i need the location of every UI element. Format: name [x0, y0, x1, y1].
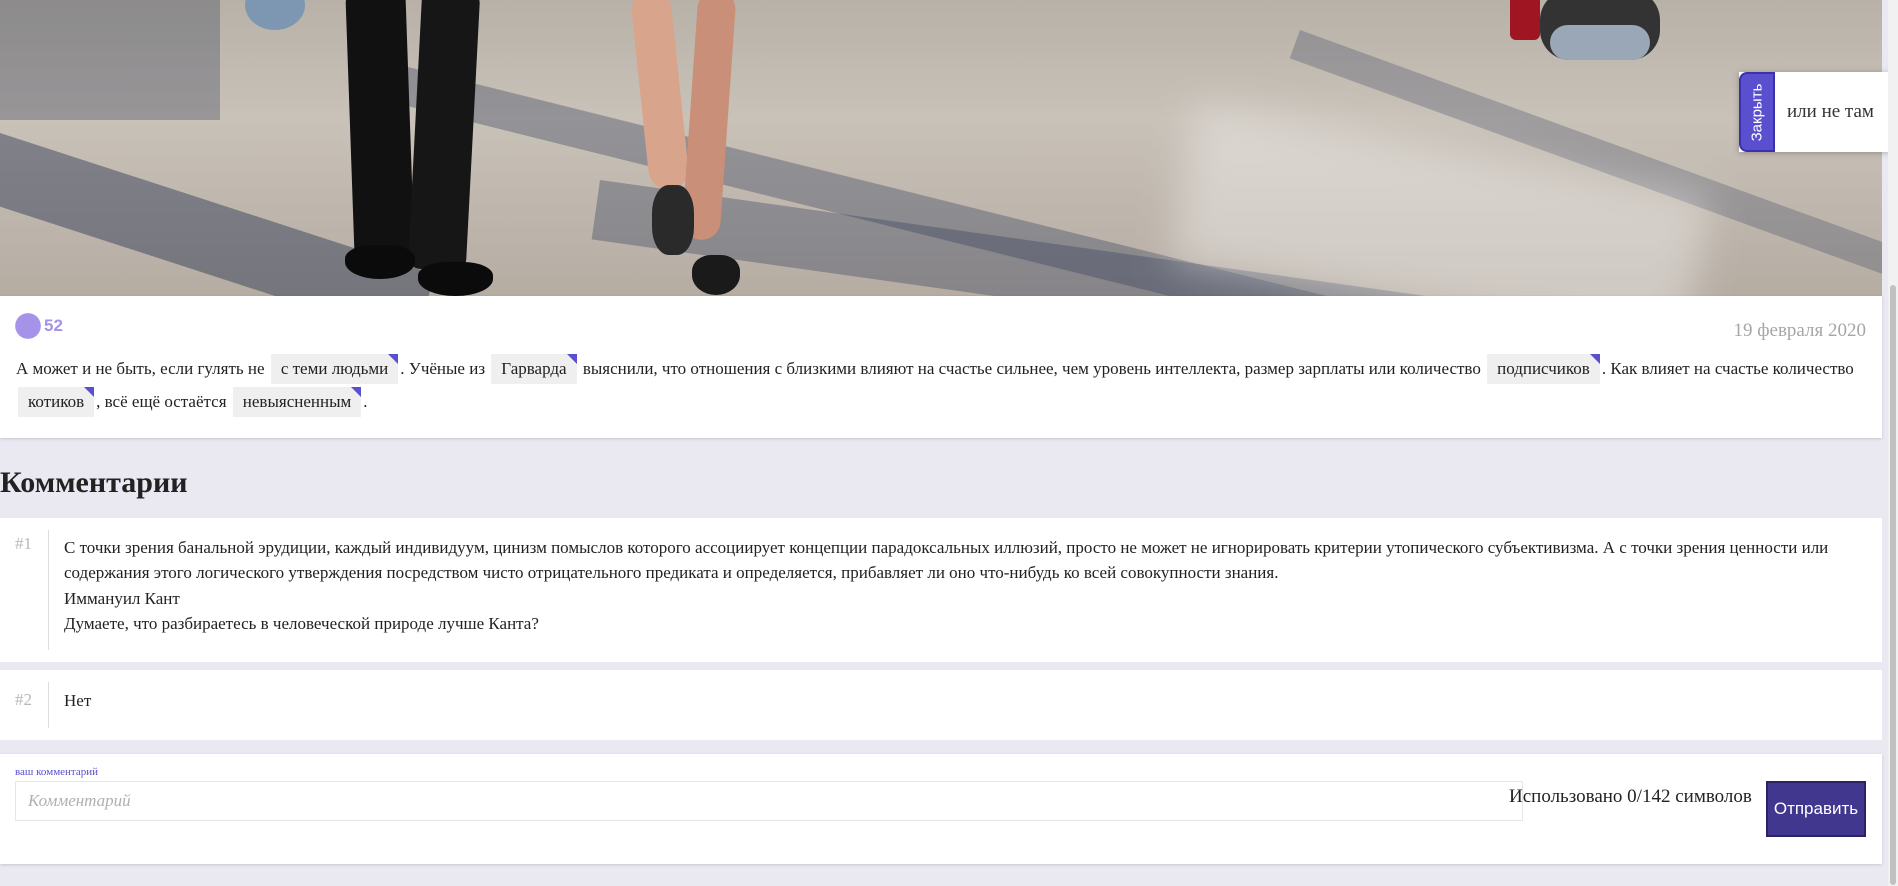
likes-count: 52: [44, 316, 63, 335]
like-button[interactable]: 52: [14, 312, 63, 340]
close-button[interactable]: Закрыть: [1739, 72, 1775, 152]
comments-title: Комментарии: [0, 466, 188, 499]
comment-input[interactable]: [15, 781, 1523, 821]
post-card: 52 19 февраля 2020 А может и не быть, ес…: [0, 296, 1882, 438]
tag-link[interactable]: подписчиков: [1487, 354, 1600, 384]
comment-item: #2 Нет: [0, 670, 1882, 740]
post-photo: [0, 0, 1882, 296]
side-popup: Закрыть или не там: [1739, 72, 1891, 152]
post-text: А может и не быть, если гулять не с теми…: [16, 352, 1866, 418]
post-text-part: выяснили, что отношения с близкими влияю…: [578, 359, 1486, 378]
comment-line: Нет: [64, 691, 92, 710]
heart-icon: [14, 312, 42, 340]
post-text-part: .: [363, 392, 368, 411]
send-button[interactable]: Отправить: [1766, 781, 1866, 837]
post-text-part: . Учёные из: [400, 359, 490, 378]
post-text-part: , всё ещё остаётся: [96, 392, 231, 411]
post-date: 19 февраля 2020: [1733, 320, 1866, 341]
comment-number: #2: [15, 690, 32, 709]
comment-body: С точки зрения банальной эрудиции, кажды…: [64, 532, 1852, 636]
comment-item: #1 С точки зрения банальной эрудиции, ка…: [0, 518, 1882, 662]
comment-line: Иммануил Кант: [64, 589, 180, 608]
comment-line: С точки зрения банальной эрудиции, кажды…: [64, 538, 1829, 582]
tag-link[interactable]: невыясненным: [232, 387, 362, 417]
page: Закрыть или не там 52 19 февраля 2020 А …: [0, 0, 1898, 886]
comment-field-label: ваш комментарий: [15, 766, 99, 778]
scrollbar[interactable]: [1888, 0, 1898, 886]
comment-number: #1: [15, 534, 32, 553]
char-counter: Использовано 0/142 символов: [1509, 786, 1752, 807]
tag-link[interactable]: котиков: [18, 387, 95, 417]
scrollbar-thumb[interactable]: [1890, 285, 1896, 885]
close-label: Закрыть: [1748, 83, 1766, 141]
side-popup-text: или не там: [1787, 101, 1874, 122]
comment-line: Думаете, что разбираетесь в человеческой…: [64, 614, 539, 633]
post-text-part: . Как влияет на счастье количество: [1601, 359, 1854, 378]
comment-divider: [48, 682, 49, 728]
comment-body: Нет: [64, 686, 1852, 716]
tag-link[interactable]: Гарварда: [491, 354, 577, 384]
comment-divider: [48, 530, 49, 650]
tag-link[interactable]: с теми людьми: [270, 354, 399, 384]
comment-form: ваш комментарий Использовано 0/142 симво…: [0, 754, 1882, 864]
post-text-part: А может и не быть, если гулять не: [16, 359, 269, 378]
